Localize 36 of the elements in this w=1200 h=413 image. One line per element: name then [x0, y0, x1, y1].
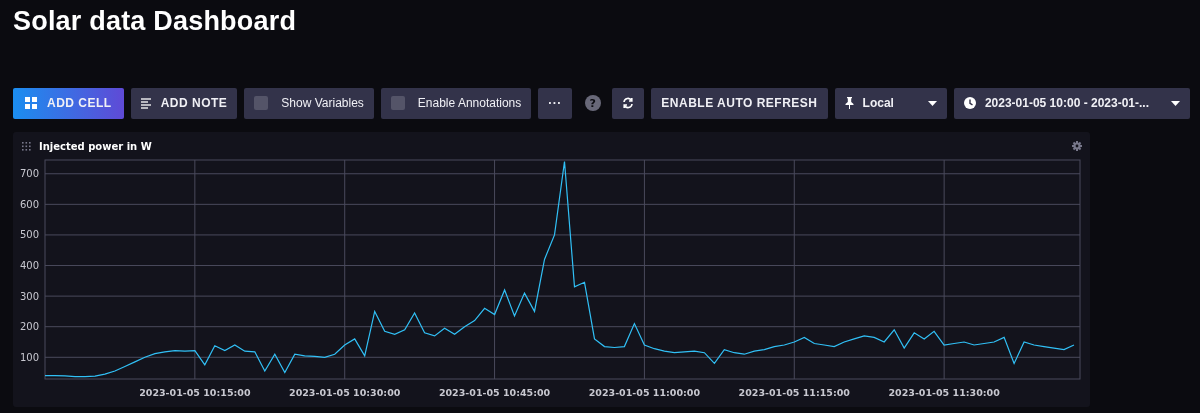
pin-icon: [844, 97, 854, 109]
drag-handle-icon[interactable]: [22, 141, 31, 151]
clock-icon: [963, 97, 976, 109]
dropdown[interactable]: 2023-01-05 10:00 - 2023-01-...: [953, 87, 1190, 119]
panel-title: Injected power in W: [39, 140, 152, 152]
help-icon[interactable]: ?: [584, 95, 601, 111]
x-tick-label: 2023-01-05 10:30:00: [289, 387, 401, 398]
caret-icon: [1171, 100, 1180, 106]
toolbar-button[interactable]: ENABLE AUTO REFRESH: [651, 87, 828, 119]
refresh-icon: [622, 97, 635, 109]
x-tick-label: 2023-01-05 10:45:00: [438, 387, 551, 398]
toolbar-button[interactable]: [612, 87, 645, 119]
y-tick-label: 700: [19, 168, 39, 180]
toolbar-button[interactable]: ADD NOTE: [130, 87, 238, 119]
y-tick-label: 100: [19, 351, 39, 363]
y-tick-label: 600: [19, 198, 39, 210]
toggle-button[interactable]: Enable Annotations: [380, 87, 532, 119]
toggle-button[interactable]: Show Variables: [244, 87, 374, 119]
y-tick-label: 300: [19, 290, 39, 302]
x-tick-label: 2023-01-05 10:15:00: [139, 387, 251, 398]
x-tick-label: 2023-01-05 11:00:00: [588, 387, 701, 398]
toolbar-button[interactable]: ···: [538, 87, 572, 119]
lines-icon: [140, 97, 151, 109]
checkbox[interactable]: [254, 96, 269, 110]
grid-icon: [25, 97, 37, 109]
x-tick-label: 2023-01-05 11:30:00: [888, 387, 1000, 398]
y-tick-label: 500: [19, 229, 39, 241]
x-tick-label: 2023-01-05 11:15:00: [738, 387, 850, 398]
settings-icon[interactable]: [1072, 141, 1082, 151]
checkbox[interactable]: [390, 96, 405, 110]
y-tick-label: 400: [19, 260, 39, 271]
dropdown[interactable]: Local: [834, 87, 947, 119]
y-tick-label: 200: [19, 321, 39, 333]
add-cell-button[interactable]: ADD CELL: [13, 87, 124, 119]
caret-icon: [927, 100, 937, 106]
dashboard-title: Solar data Dashboard: [12, 5, 298, 38]
